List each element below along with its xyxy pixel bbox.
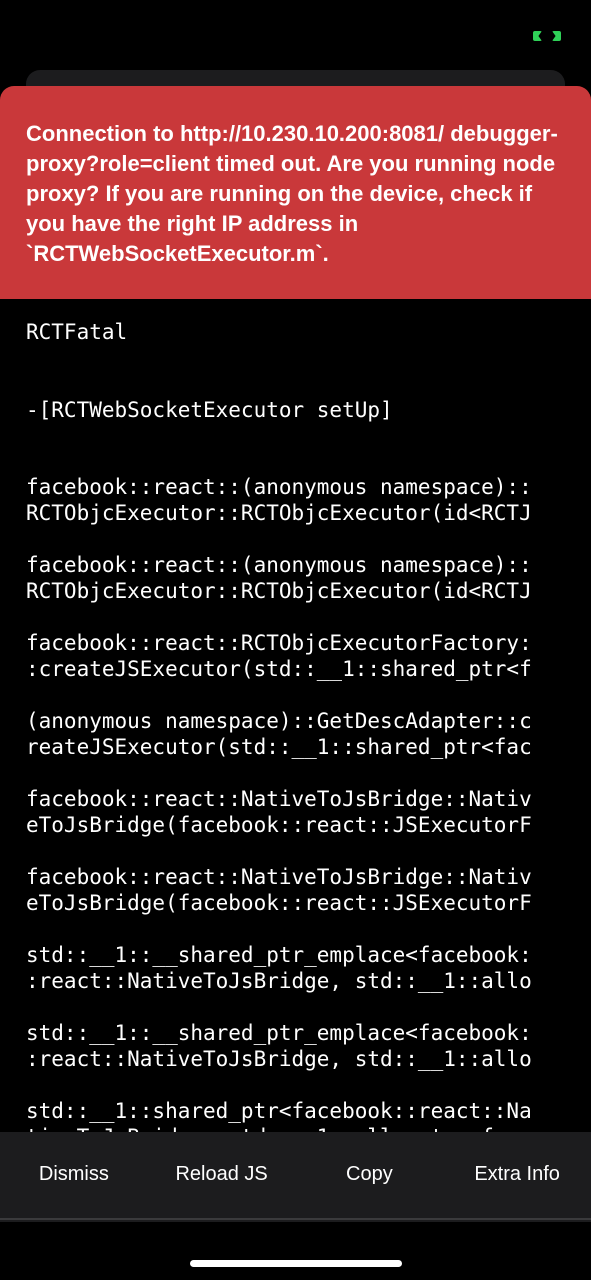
copy-button[interactable]: Copy (296, 1132, 444, 1222)
stack-frame-line: tiveToJsBridge, std::__1::allocator<face (26, 1125, 566, 1133)
stack-frame-line: std::__1::__shared_ptr_emplace<facebook: (26, 943, 532, 967)
stack-frame-line: std::__1::__shared_ptr_emplace<facebook: (26, 1021, 532, 1045)
stack-frame-line: (anonymous namespace)::GetDescAdapter::c (26, 709, 532, 733)
error-banner: Connection to http://10.230.10.200:8081/… (0, 86, 591, 299)
stack-frame-line: -[RCTWebSocketExecutor setUp] (26, 397, 393, 422)
stack-frame-line: std::__1::shared_ptr<facebook::react::Na (26, 1099, 532, 1123)
reload-js-button[interactable]: Reload JS (148, 1132, 296, 1222)
error-message: Connection to http://10.230.10.200:8081/… (26, 121, 558, 266)
stack-frame-line: facebook::react::RCTObjcExecutorFactory: (26, 631, 532, 655)
stack-frame-line: :react::NativeToJsBridge, std::__1::allo (26, 968, 532, 993)
stack-frame-line: eToJsBridge(facebook::react::JSExecutorF (26, 890, 532, 915)
stack-frame-line: :createJSExecutor(std::__1::shared_ptr<f (26, 656, 532, 681)
extra-info-button[interactable]: Extra Info (443, 1132, 591, 1222)
stack-frame-line: eToJsBridge(facebook::react::JSExecutorF (26, 812, 532, 837)
stack-trace[interactable]: RCTFatal -[RCTWebSocketExecutor setUp] fac… (26, 320, 566, 1132)
battery-icon (533, 30, 561, 42)
toolbar-divider (0, 1218, 591, 1220)
stack-frame-line: RCTObjcExecutor::RCTObjcExecutor(id<RCTJ (26, 578, 532, 603)
stack-frame-line: reateJSExecutor(std::__1::shared_ptr<fac (26, 734, 532, 759)
stack-frame-line: facebook::react::(anonymous namespace):: (26, 475, 532, 499)
stack-frame-line: :react::NativeToJsBridge, std::__1::allo (26, 1046, 532, 1071)
dismiss-button[interactable]: Dismiss (0, 1132, 148, 1222)
stack-frame-line: facebook::react::NativeToJsBridge::Nativ (26, 865, 532, 889)
stack-frame-line: RCTObjcExecutor::RCTObjcExecutor(id<RCTJ (26, 500, 532, 525)
stack-frame-line: RCTFatal (26, 320, 128, 344)
redbox-toolbar: Dismiss Reload JS Copy Extra Info (0, 1132, 591, 1222)
stack-frame-line: facebook::react::NativeToJsBridge::Nativ (26, 787, 532, 811)
stack-frame-line: facebook::react::(anonymous namespace):: (26, 553, 532, 577)
home-indicator[interactable] (190, 1260, 402, 1267)
